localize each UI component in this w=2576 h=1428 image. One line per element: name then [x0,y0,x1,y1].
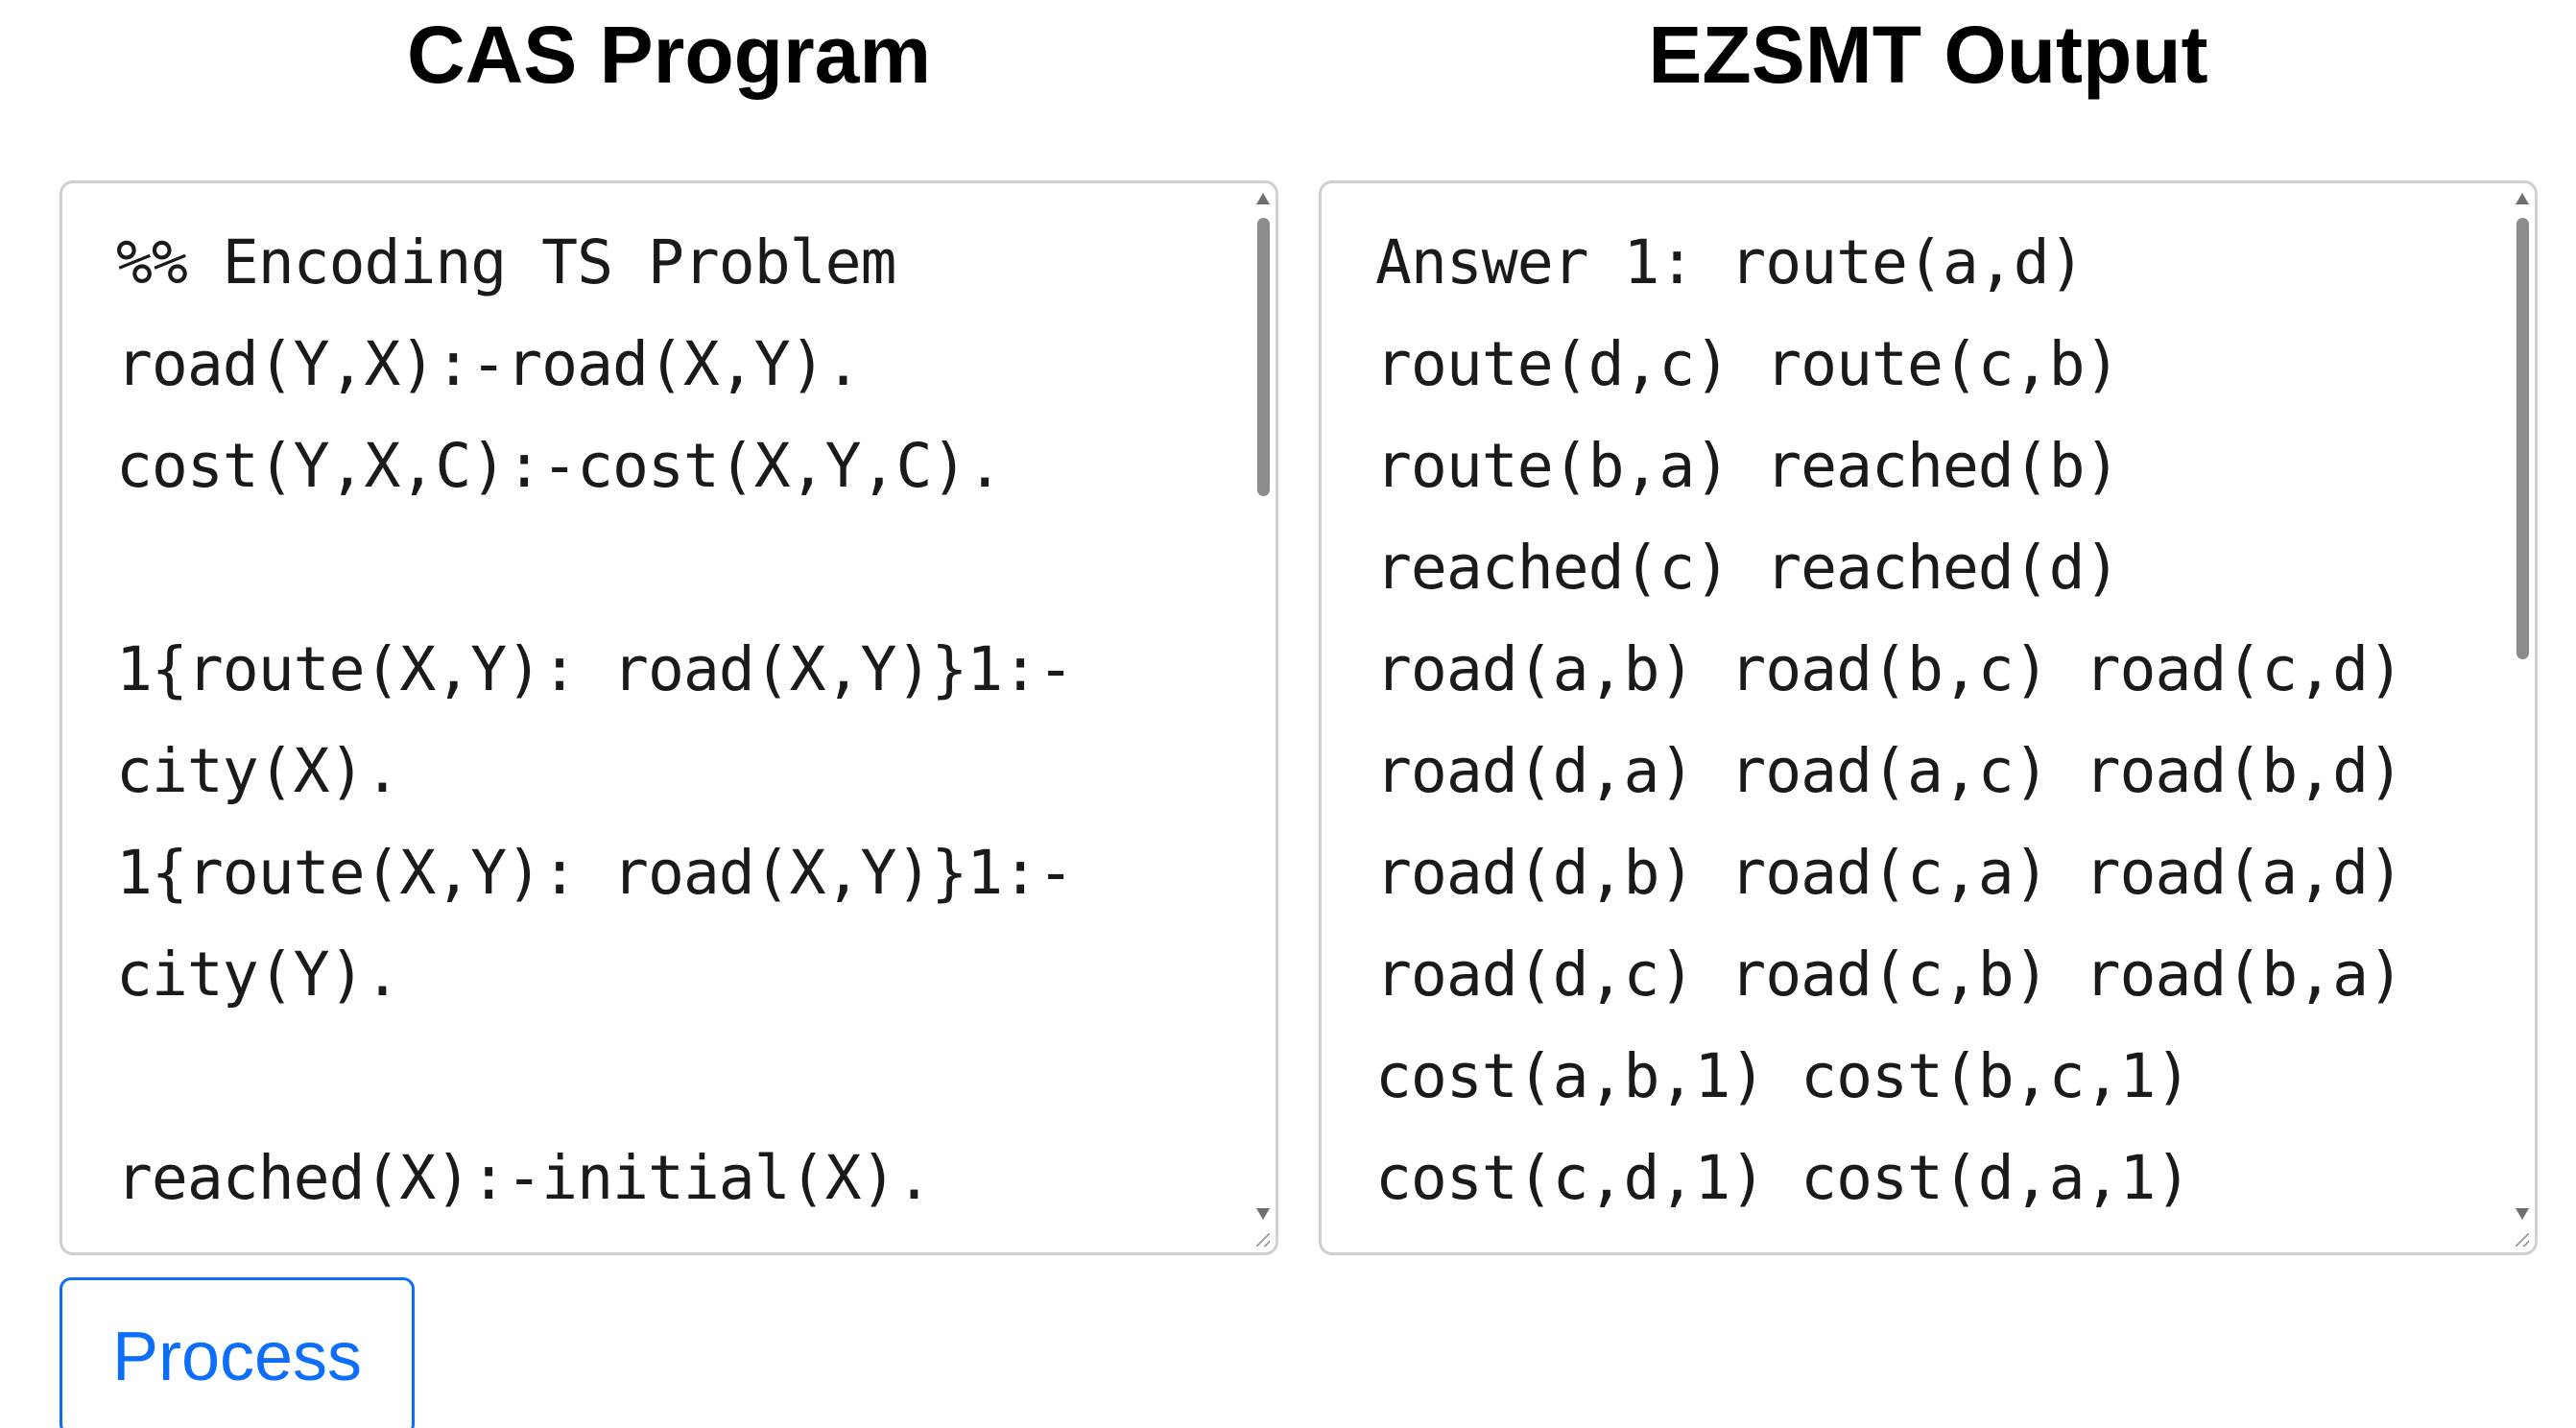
resize-grip-icon[interactable] [1256,1233,1270,1247]
scroll-thumb[interactable] [1257,218,1270,496]
scroll-up-arrow-icon[interactable] [1256,193,1270,204]
scroll-up-arrow-icon[interactable] [2516,193,2529,204]
cas-program-code[interactable]: %% Encoding TS Problem road(Y,X):-road(X… [116,212,1237,1252]
process-button[interactable]: Process [60,1277,415,1428]
ezsmt-output-textarea[interactable]: Answer 1: route(a,d) route(d,c) route(c,… [1319,180,2538,1255]
scroll-down-arrow-icon[interactable] [1256,1208,1270,1220]
cas-program-scrollbar[interactable] [1251,183,1276,1252]
resize-grip-icon[interactable] [2516,1233,2529,1247]
ezsmt-output-scrollbar[interactable] [2510,183,2535,1252]
cas-program-heading: CAS Program [406,10,932,100]
scroll-thumb[interactable] [2516,218,2529,659]
cas-program-textarea[interactable]: %% Encoding TS Problem road(Y,X):-road(X… [60,180,1278,1255]
scroll-down-arrow-icon[interactable] [2516,1208,2529,1220]
ezsmt-output-heading: EZSMT Output [1648,10,2208,100]
ezsmt-output-text[interactable]: Answer 1: route(a,d) route(d,c) route(c,… [1375,212,2496,1252]
